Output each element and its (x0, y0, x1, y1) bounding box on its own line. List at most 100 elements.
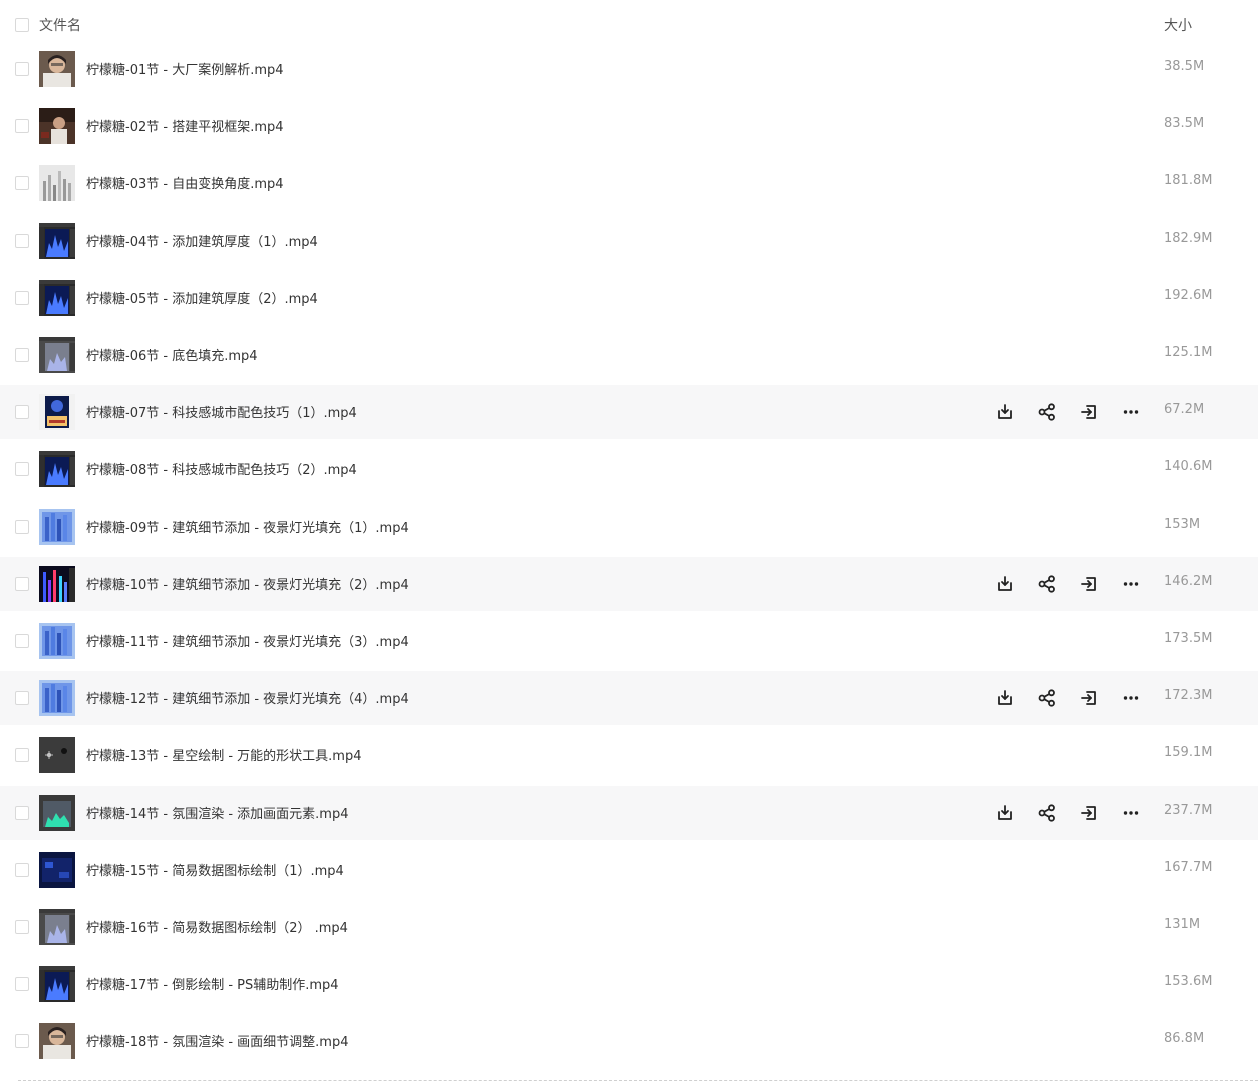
video-thumbnail[interactable] (39, 279, 75, 316)
file-size: 38.5M (1164, 59, 1205, 74)
file-row[interactable]: 柠檬糖-06节 - 底色填充.mp4 125.1M (0, 328, 1258, 382)
file-checkbox[interactable] (15, 1034, 29, 1049)
video-thumbnail[interactable] (39, 508, 75, 545)
video-thumbnail[interactable] (39, 966, 75, 1003)
file-name[interactable]: 柠檬糖-14节 - 氛围渲染 - 添加画面元素.mp4 (86, 803, 348, 822)
file-checkbox[interactable] (15, 62, 29, 76)
file-checkbox[interactable] (15, 176, 29, 191)
file-row[interactable]: 柠檬糖-11节 - 建筑细节添加 - 夜景灯光填充（3）.mp4 173.5M (0, 614, 1258, 668)
file-row[interactable]: 柠檬糖-07节 - 科技感城市配色技巧（1）.mp4 67.2M (0, 385, 1258, 440)
file-name[interactable]: 柠檬糖-16节 - 简易数据图标绘制（2） .mp4 (86, 917, 348, 936)
file-row[interactable]: 柠檬糖-09节 - 建筑细节添加 - 夜景灯光填充（1）.mp4 153M (0, 500, 1258, 554)
row-actions (993, 801, 1143, 825)
file-size: 153.6M (1164, 974, 1213, 990)
more-icon[interactable] (1119, 572, 1143, 596)
download-icon[interactable] (993, 686, 1017, 710)
file-name[interactable]: 柠檬糖-05节 - 添加建筑厚度（2）.mp4 (86, 288, 318, 307)
video-thumbnail[interactable] (39, 165, 75, 202)
file-checkbox[interactable] (15, 348, 29, 362)
file-name[interactable]: 柠檬糖-18节 - 氛围渲染 - 画面细节调整.mp4 (86, 1031, 348, 1050)
file-name[interactable]: 柠檬糖-07节 - 科技感城市配色技巧（1）.mp4 (86, 402, 357, 421)
file-row[interactable]: 柠檬糖-01节 - 大厂案例解析.mp4 38.5M (0, 42, 1258, 96)
video-thumbnail[interactable] (39, 394, 75, 431)
size-column-header: 大小 (1164, 18, 1192, 34)
file-row[interactable]: 柠檬糖-18节 - 氛围渲染 - 画面细节调整.mp4 86.8M (0, 1014, 1258, 1068)
share-icon[interactable] (1035, 801, 1059, 825)
more-icon[interactable] (1119, 801, 1143, 825)
file-checkbox[interactable] (15, 462, 29, 477)
file-row[interactable]: 柠檬糖-16节 - 简易数据图标绘制（2） .mp4 131M (0, 900, 1258, 954)
file-checkbox[interactable] (15, 405, 29, 420)
more-icon[interactable] (1119, 686, 1143, 710)
file-row[interactable]: 柠檬糖-15节 - 简易数据图标绘制（1）.mp4 167.7M (0, 843, 1258, 897)
file-name[interactable]: 柠檬糖-01节 - 大厂案例解析.mp4 (86, 59, 284, 78)
file-size: 153M (1164, 516, 1201, 532)
file-checkbox[interactable] (15, 862, 29, 877)
download-icon[interactable] (993, 400, 1017, 424)
video-thumbnail[interactable] (39, 222, 75, 259)
file-row[interactable]: 柠檬糖-04节 - 添加建筑厚度（1）.mp4 182.9M (0, 214, 1258, 268)
file-size: 83.5M (1164, 116, 1205, 132)
file-name[interactable]: 柠檬糖-15节 - 简易数据图标绘制（1）.mp4 (86, 860, 344, 879)
file-checkbox[interactable] (15, 920, 29, 934)
file-checkbox[interactable] (15, 290, 29, 305)
file-size: 192.6M (1164, 287, 1213, 303)
file-row[interactable]: 柠檬糖-02节 - 搭建平视框架.mp4 83.5M (0, 99, 1258, 153)
video-thumbnail[interactable] (39, 337, 75, 373)
file-row[interactable]: 柠檬糖-13节 - 星空绘制 - 万能的形状工具.mp4 159.1M (0, 728, 1258, 782)
video-thumbnail[interactable] (39, 680, 75, 717)
select-all-checkbox[interactable] (15, 18, 29, 32)
video-thumbnail[interactable] (39, 108, 75, 145)
file-checkbox[interactable] (15, 634, 29, 648)
file-row[interactable]: 柠檬糖-03节 - 自由变换角度.mp4 181.8M (0, 156, 1258, 210)
move-to-icon[interactable] (1077, 801, 1101, 825)
filename-column-header: 文件名 (39, 18, 81, 34)
file-name[interactable]: 柠檬糖-04节 - 添加建筑厚度（1）.mp4 (86, 231, 318, 250)
share-icon[interactable] (1035, 400, 1059, 424)
file-name[interactable]: 柠檬糖-13节 - 星空绘制 - 万能的形状工具.mp4 (86, 745, 361, 764)
file-row[interactable]: 柠檬糖-17节 - 倒影绘制 - PS辅助制作.mp4 153.6M (0, 957, 1258, 1011)
more-icon[interactable] (1119, 400, 1143, 424)
video-thumbnail[interactable] (39, 623, 75, 659)
download-icon[interactable] (993, 801, 1017, 825)
video-thumbnail[interactable] (39, 737, 75, 774)
video-thumbnail[interactable] (39, 794, 75, 831)
file-checkbox[interactable] (15, 519, 29, 534)
file-checkbox[interactable] (15, 233, 29, 248)
file-name[interactable]: 柠檬糖-03节 - 自由变换角度.mp4 (86, 173, 284, 192)
video-thumbnail[interactable] (39, 565, 75, 602)
file-checkbox[interactable] (15, 576, 29, 591)
row-actions (993, 572, 1143, 596)
file-row[interactable]: 柠檬糖-10节 - 建筑细节添加 - 夜景灯光填充（2）.mp4 146.2M (0, 556, 1258, 611)
file-name[interactable]: 柠檬糖-02节 - 搭建平视框架.mp4 (86, 116, 284, 135)
video-thumbnail[interactable] (39, 851, 75, 888)
file-name[interactable]: 柠檬糖-06节 - 底色填充.mp4 (86, 345, 258, 364)
download-icon[interactable] (993, 572, 1017, 596)
file-name[interactable]: 柠檬糖-17节 - 倒影绘制 - PS辅助制作.mp4 (86, 974, 339, 993)
move-to-icon[interactable] (1077, 400, 1101, 424)
file-row[interactable]: 柠檬糖-12节 - 建筑细节添加 - 夜景灯光填充（4）.mp4 172.3M (0, 671, 1258, 726)
video-thumbnail[interactable] (39, 909, 75, 945)
file-size: 159.1M (1164, 745, 1213, 761)
file-name[interactable]: 柠檬糖-10节 - 建筑细节添加 - 夜景灯光填充（2）.mp4 (86, 574, 409, 593)
file-size: 125.1M (1164, 345, 1213, 360)
file-name[interactable]: 柠檬糖-08节 - 科技感城市配色技巧（2）.mp4 (86, 459, 357, 478)
file-checkbox[interactable] (15, 977, 29, 992)
file-name[interactable]: 柠檬糖-09节 - 建筑细节添加 - 夜景灯光填充（1）.mp4 (86, 517, 409, 536)
file-checkbox[interactable] (15, 119, 29, 134)
file-checkbox[interactable] (15, 691, 29, 706)
share-icon[interactable] (1035, 572, 1059, 596)
move-to-icon[interactable] (1077, 572, 1101, 596)
share-icon[interactable] (1035, 686, 1059, 710)
video-thumbnail[interactable] (39, 451, 75, 488)
move-to-icon[interactable] (1077, 686, 1101, 710)
file-row[interactable]: 柠檬糖-08节 - 科技感城市配色技巧（2）.mp4 140.6M (0, 442, 1258, 496)
file-checkbox[interactable] (15, 805, 29, 820)
file-checkbox[interactable] (15, 748, 29, 763)
video-thumbnail[interactable] (39, 1023, 75, 1060)
video-thumbnail[interactable] (39, 51, 75, 87)
file-row[interactable]: 柠檬糖-05节 - 添加建筑厚度（2）.mp4 192.6M (0, 271, 1258, 325)
file-row[interactable]: 柠檬糖-14节 - 氛围渲染 - 添加画面元素.mp4 237.7M (0, 785, 1258, 840)
file-name[interactable]: 柠檬糖-12节 - 建筑细节添加 - 夜景灯光填充（4）.mp4 (86, 688, 409, 707)
file-name[interactable]: 柠檬糖-11节 - 建筑细节添加 - 夜景灯光填充（3）.mp4 (86, 631, 409, 650)
